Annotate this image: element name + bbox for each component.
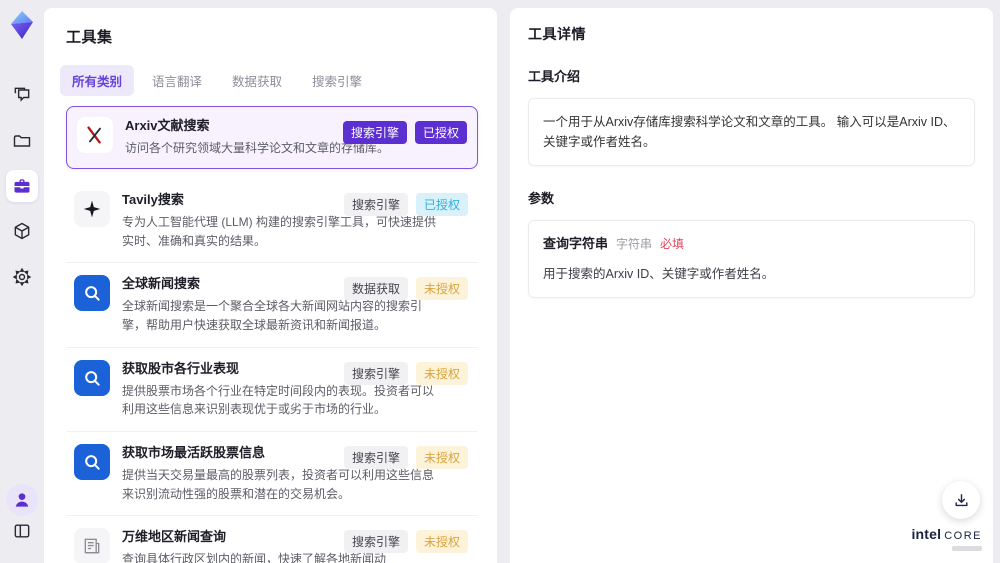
tool-description: 全球新闻搜索是一个聚合全球各大新闻网站内容的搜索引擎，帮助用户快速获取全球最新资… bbox=[122, 299, 423, 332]
sidebar-item-account[interactable] bbox=[6, 484, 38, 516]
tool-list-item[interactable]: 获取市场最活跃股票信息 提供当天交易量最高的股票列表，投资者可以利用这些信息来识… bbox=[66, 431, 478, 517]
param-name: 查询字符串 bbox=[543, 236, 609, 251]
tool-list-item[interactable]: Arxiv文献搜索 访问各个研究领域大量科学论文和文章的存储库。 搜索引擎 已授… bbox=[66, 106, 478, 169]
intro-heading: 工具介绍 bbox=[528, 69, 581, 84]
category-badge: 搜索引擎 bbox=[342, 121, 407, 144]
folder-icon bbox=[13, 135, 31, 147]
toolbox-icon bbox=[14, 179, 30, 193]
brand-sub-bar bbox=[952, 546, 982, 551]
intro-box: 一个用于从Arxiv存储库搜索科学论文和文章的工具。 输入可以是Arxiv ID… bbox=[528, 98, 975, 166]
param-box: 查询字符串 字符串 必填 用于搜索的Arxiv ID、关键字或作者姓名。 bbox=[528, 220, 975, 298]
category-badge: 搜索引擎 bbox=[343, 445, 408, 469]
tool-list-item[interactable]: 全球新闻搜索 全球新闻搜索是一个聚合全球各大新闻网站内容的搜索引擎，帮助用户快速… bbox=[66, 263, 478, 348]
auth-status-badge: 未授权 bbox=[415, 277, 468, 301]
param-description: 用于搜索的Arxiv ID、关键字或作者姓名。 bbox=[543, 266, 775, 281]
sidebar-item-settings[interactable] bbox=[6, 261, 38, 293]
category-badge: 数据获取 bbox=[343, 277, 408, 301]
tool-list: Arxiv文献搜索 访问各个研究领域大量科学论文和文章的存储库。 搜索引擎 已授… bbox=[66, 106, 478, 563]
detail-title: 工具详情 bbox=[528, 26, 586, 42]
auth-status-badge: 已授权 bbox=[415, 192, 468, 216]
icon-rail bbox=[0, 0, 44, 563]
blue-tool-icon bbox=[74, 359, 110, 396]
tool-list-panel: 工具集 所有类别 语言翻译 数据获取 搜索引擎 Arxiv文献搜索 访问各个研究… bbox=[44, 8, 532, 563]
category-badge: 搜索引擎 bbox=[343, 530, 408, 554]
tab-all-categories[interactable]: 所有类别 bbox=[60, 65, 135, 96]
sidebar-item-models[interactable] bbox=[6, 215, 38, 247]
cube-icon bbox=[14, 222, 30, 240]
tab-search-engine[interactable]: 搜索引擎 bbox=[300, 65, 374, 96]
params-heading: 参数 bbox=[528, 191, 555, 206]
download-icon bbox=[954, 493, 968, 506]
arxiv-tool-icon bbox=[77, 117, 113, 153]
sidebar-item-files[interactable] bbox=[6, 125, 38, 157]
category-badge: 搜索引擎 bbox=[343, 192, 408, 216]
category-badge: 搜索引擎 bbox=[343, 361, 408, 385]
tool-list-item[interactable]: Tavily搜索 专为人工智能代理 (LLM) 构建的搜索引擎工具，可快速提供实… bbox=[66, 178, 478, 264]
tab-data-fetch[interactable]: 数据获取 bbox=[220, 65, 294, 96]
param-type: 字符串 bbox=[616, 237, 653, 251]
sidebar-item-tools[interactable] bbox=[6, 170, 38, 202]
brand-core: CORE bbox=[944, 530, 982, 542]
panel-toggle-icon bbox=[14, 524, 30, 538]
chat-icon bbox=[14, 87, 30, 102]
sidebar-item-collapse[interactable] bbox=[6, 515, 38, 547]
sidebar-item-chat[interactable] bbox=[6, 79, 38, 111]
tavily-tool-icon bbox=[74, 190, 110, 227]
newspaper-tool-icon bbox=[74, 528, 110, 563]
blue-tool-icon bbox=[74, 275, 110, 312]
download-button[interactable] bbox=[942, 481, 980, 519]
category-tabs: 所有类别 语言翻译 数据获取 搜索引擎 bbox=[60, 65, 497, 96]
tab-language-translation[interactable]: 语言翻译 bbox=[140, 65, 214, 96]
auth-status-badge: 已授权 bbox=[414, 121, 467, 144]
user-icon bbox=[15, 493, 29, 507]
app-logo-icon bbox=[11, 11, 33, 39]
blue-tool-icon bbox=[74, 443, 110, 480]
tool-description: 专为人工智能代理 (LLM) 构建的搜索引擎工具，可快速提供实时、准确和真实的结… bbox=[122, 214, 437, 248]
intel-core-logo: intel CORE bbox=[911, 527, 982, 551]
tool-list-item[interactable]: 万维地区新闻查询 查询具体行政区划内的新闻，快速了解各地新闻动 搜索引擎 未授权 bbox=[66, 516, 478, 563]
auth-status-badge: 未授权 bbox=[415, 530, 468, 554]
brand-intel: intel bbox=[911, 526, 942, 542]
tool-description: 提供当天交易量最高的股票列表，投资者可以利用这些信息来识别流动性强的股票和潜在的… bbox=[122, 468, 435, 501]
tool-list-item[interactable]: 获取股市各行业表现 提供股票市场各个行业在特定时间段内的表现。投资者可以利用这些… bbox=[66, 347, 478, 432]
tool-detail-panel: 工具详情 工具介绍 一个用于从Arxiv存储库搜索科学论文和文章的工具。 输入可… bbox=[510, 8, 993, 563]
tool-description: 提供股票市场各个行业在特定时间段内的表现。投资者可以利用这些信息来识别表现优于或… bbox=[122, 383, 435, 417]
page-title: 工具集 bbox=[66, 29, 113, 46]
gear-icon bbox=[12, 267, 32, 287]
auth-status-badge: 未授权 bbox=[415, 361, 468, 385]
param-required-flag: 必填 bbox=[660, 237, 685, 251]
auth-status-badge: 未授权 bbox=[415, 445, 468, 469]
